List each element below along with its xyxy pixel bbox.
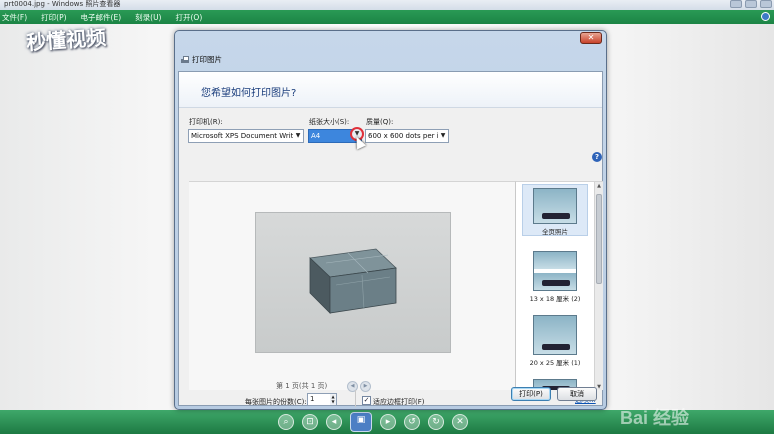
layout-list: 全页照片 13 x 18 厘米 (2) 20 x 25 厘米 (1) ▲ ▼ [515,181,603,390]
watermark-baidu: Bai 经验 [620,408,690,428]
copies-stepper[interactable]: 1 ▲ ▼ [307,393,337,406]
stepper-arrows-icon[interactable]: ▲ ▼ [330,394,336,405]
minimize-button[interactable] [730,0,742,8]
zoom-icon[interactable]: ⌕ [278,414,294,430]
viewer-window-title: prt0004.jpg - Windows 照片查看器 [4,0,121,8]
layout-thumbnail [533,251,577,291]
dialog-close-button[interactable]: ✕ [580,32,602,44]
viewer-menubar: 文件(F) 打印(P) 电子邮件(E) 刻录(U) 打开(O) [0,10,774,24]
chevron-down-icon[interactable]: ▼ [438,130,448,142]
next-page-button[interactable]: ▶ [360,381,371,392]
page-indicator: 第 1 页(共 1 页) [276,382,328,390]
next-icon[interactable]: ▸ [380,414,396,430]
close-window-button[interactable] [760,0,772,8]
layout-item-full-page[interactable]: 全页照片 [522,184,588,236]
scroll-up-icon[interactable]: ▲ [595,182,603,190]
menu-burn[interactable]: 刻录(U) [135,12,161,23]
paper-size-select-value: A4 [311,132,321,140]
printer-select-value: Microsoft XPS Document Writer [191,132,301,140]
fit-frame-label: 适应边框打印(F) [373,398,425,406]
layout-label: 13 x 18 厘米 (2) [529,295,581,303]
footer-divider [355,390,356,407]
viewer-window-buttons [730,0,772,10]
help-icon[interactable]: ? [592,152,602,162]
menu-open[interactable]: 打开(O) [175,12,202,23]
viewer-controls: ⌕ ⊡ ◂ ▣ ▸ ↺ ↻ ✕ [278,412,468,432]
quality-select[interactable]: 600 x 600 dots per inch ▼ [365,129,449,143]
menu-file[interactable]: 文件(F) [2,12,27,23]
rotate-left-icon[interactable]: ↺ [404,414,420,430]
scrollbar-thumb[interactable] [596,194,602,284]
layout-item-20x25[interactable]: 20 x 25 厘米 (1) [522,312,588,368]
print-button[interactable]: 打印(P) [511,387,551,401]
quality-select-value: 600 x 600 dots per inch [368,132,449,140]
printer-select[interactable]: Microsoft XPS Document Writer ▼ [188,129,304,143]
layout-label: 20 x 25 厘米 (1) [529,359,581,367]
previous-page-button[interactable]: ◀ [347,381,358,392]
dialog-header: 您希望如何打印图片? [179,72,602,108]
paper-size-label: 纸张大小(S): [309,118,350,126]
copies-value: 1 [310,395,315,403]
dialog-title-text: 打印图片 [192,55,222,64]
menu-print[interactable]: 打印(P) [41,12,66,23]
watermark-logo: 秒懂视频 [25,25,107,55]
dialog-heading: 您希望如何打印图片? [201,88,297,99]
viewer-help-icon[interactable] [761,12,770,21]
fit-frame-checkbox[interactable]: ✓ [362,396,371,405]
delete-icon[interactable]: ✕ [452,414,468,430]
layout-thumbnail [533,315,577,355]
layout-thumbnail [533,188,577,224]
slideshow-icon[interactable]: ▣ [350,412,372,432]
quality-label: 质量(Q): [366,118,394,126]
preview-image [309,248,397,314]
printer-icon [181,55,189,64]
previous-icon[interactable]: ◂ [326,414,342,430]
layout-item-13x18[interactable]: 13 x 18 厘米 (2) [522,248,588,304]
print-preview: 第 1 页(共 1 页) ◀ ▶ [189,181,516,392]
dialog-body: 您希望如何打印图片? 打印机(R): Microsoft XPS Documen… [178,71,603,407]
rotate-right-icon[interactable]: ↻ [428,414,444,430]
printer-label: 打印机(R): [189,118,223,126]
preview-page [255,212,451,353]
print-dialog: ✕ 打印图片 您希望如何打印图片? 打印机(R): Microsoft XPS … [174,30,607,410]
fit-icon[interactable]: ⊡ [302,414,318,430]
layout-scrollbar[interactable]: ▲ ▼ [594,182,603,390]
maximize-button[interactable] [745,0,757,8]
viewer-titlebar: prt0004.jpg - Windows 照片查看器 [0,0,774,10]
copies-label: 每张图片的份数(C): [245,398,307,406]
dialog-title: 打印图片 [181,54,222,65]
cancel-button[interactable]: 取消 [557,387,597,401]
layout-label: 全页照片 [542,228,568,236]
chevron-down-icon[interactable]: ▼ [293,130,303,142]
